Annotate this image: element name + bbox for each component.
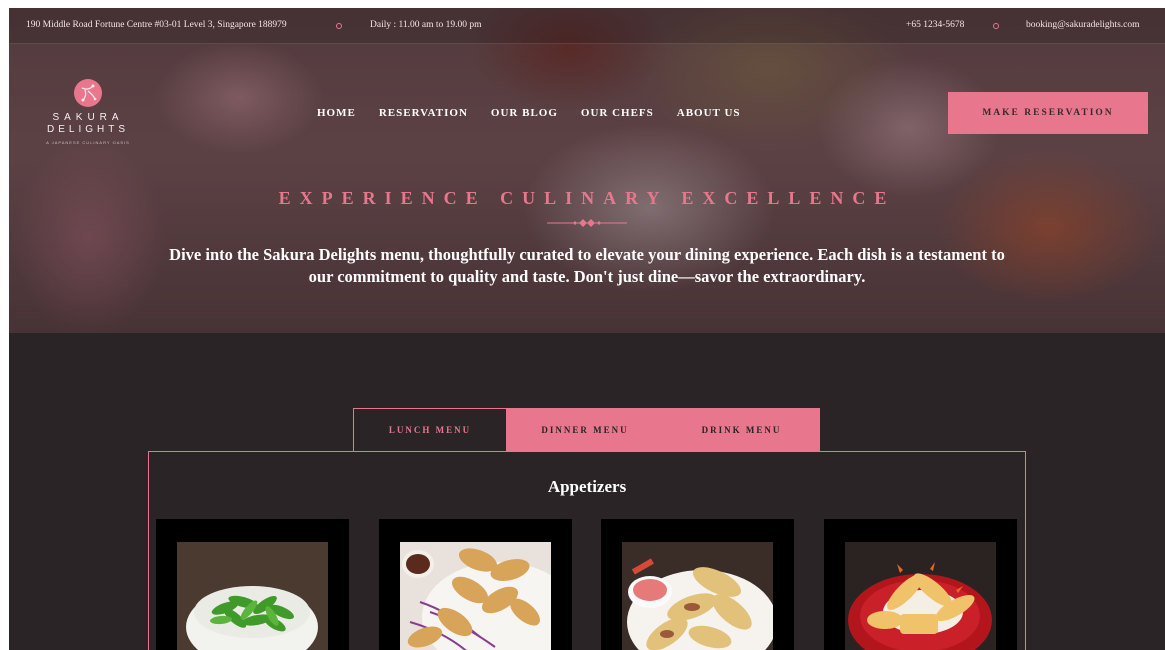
nav-item-home[interactable]: HOME xyxy=(317,107,356,119)
gyoza-photo xyxy=(400,542,551,650)
tab-lunch-menu[interactable]: LUNCH MENU xyxy=(353,408,507,451)
nav-item-our-chefs[interactable]: OUR CHEFS xyxy=(581,107,654,119)
main-nav: HOME RESERVATION OUR BLOG OUR CHEFS ABOU… xyxy=(317,107,764,119)
email-link[interactable]: booking@sakuradelights.com xyxy=(1026,20,1140,30)
tab-drink-menu[interactable]: DRINK MENU xyxy=(663,408,820,451)
menu-item-card[interactable] xyxy=(824,519,1017,650)
nav-item-reservation[interactable]: RESERVATION xyxy=(379,107,468,119)
circle-separator-icon xyxy=(336,23,342,29)
brand-line2: DELIGHTS xyxy=(46,124,129,135)
phone-link[interactable]: +65 1234-5678 xyxy=(906,20,964,30)
menu-item-card[interactable] xyxy=(379,519,572,650)
sakura-logo-icon xyxy=(74,79,102,107)
hero-intro-text: Dive into the Sakura Delights menu, thou… xyxy=(169,245,1005,286)
spring-rolls-photo xyxy=(622,542,773,650)
section-title: Appetizers xyxy=(547,477,627,496)
top-info-bar: 190 Middle Road Fortune Centre #03-01 Le… xyxy=(9,8,1165,44)
menu-item-card[interactable] xyxy=(156,519,349,650)
diamond-divider-icon xyxy=(547,219,627,227)
tempura-photo xyxy=(845,542,996,650)
hero-section: 190 Middle Road Fortune Centre #03-01 Le… xyxy=(9,8,1165,333)
nav-item-our-blog[interactable]: OUR BLOG xyxy=(491,107,558,119)
make-reservation-button[interactable]: MAKE RESERVATION xyxy=(948,92,1148,134)
brand-line1: SAKURA xyxy=(52,112,124,123)
brand-logo[interactable]: SAKURA DELIGHTS A JAPANESE CULINARY OASI… xyxy=(23,78,153,145)
brand-tagline: A JAPANESE CULINARY OASIS xyxy=(46,140,130,145)
menu-tabs: LUNCH MENU DINNER MENU DRINK MENU xyxy=(353,408,820,451)
hero-kicker: EXPERIENCE CULINARY EXCELLENCE xyxy=(278,188,896,208)
menu-item-card[interactable] xyxy=(601,519,794,650)
tab-dinner-menu[interactable]: DINNER MENU xyxy=(507,408,663,451)
circle-separator-icon xyxy=(993,23,999,29)
menu-panel: Appetizers xyxy=(148,451,1026,650)
edamame-photo xyxy=(177,542,328,650)
address-text: 190 Middle Road Fortune Centre #03-01 Le… xyxy=(26,20,287,30)
page: 190 Middle Road Fortune Centre #03-01 Le… xyxy=(9,8,1165,650)
nav-item-about-us[interactable]: ABOUT US xyxy=(677,107,741,119)
opening-hours-text: Daily : 11.00 am to 19.00 pm xyxy=(370,20,482,30)
